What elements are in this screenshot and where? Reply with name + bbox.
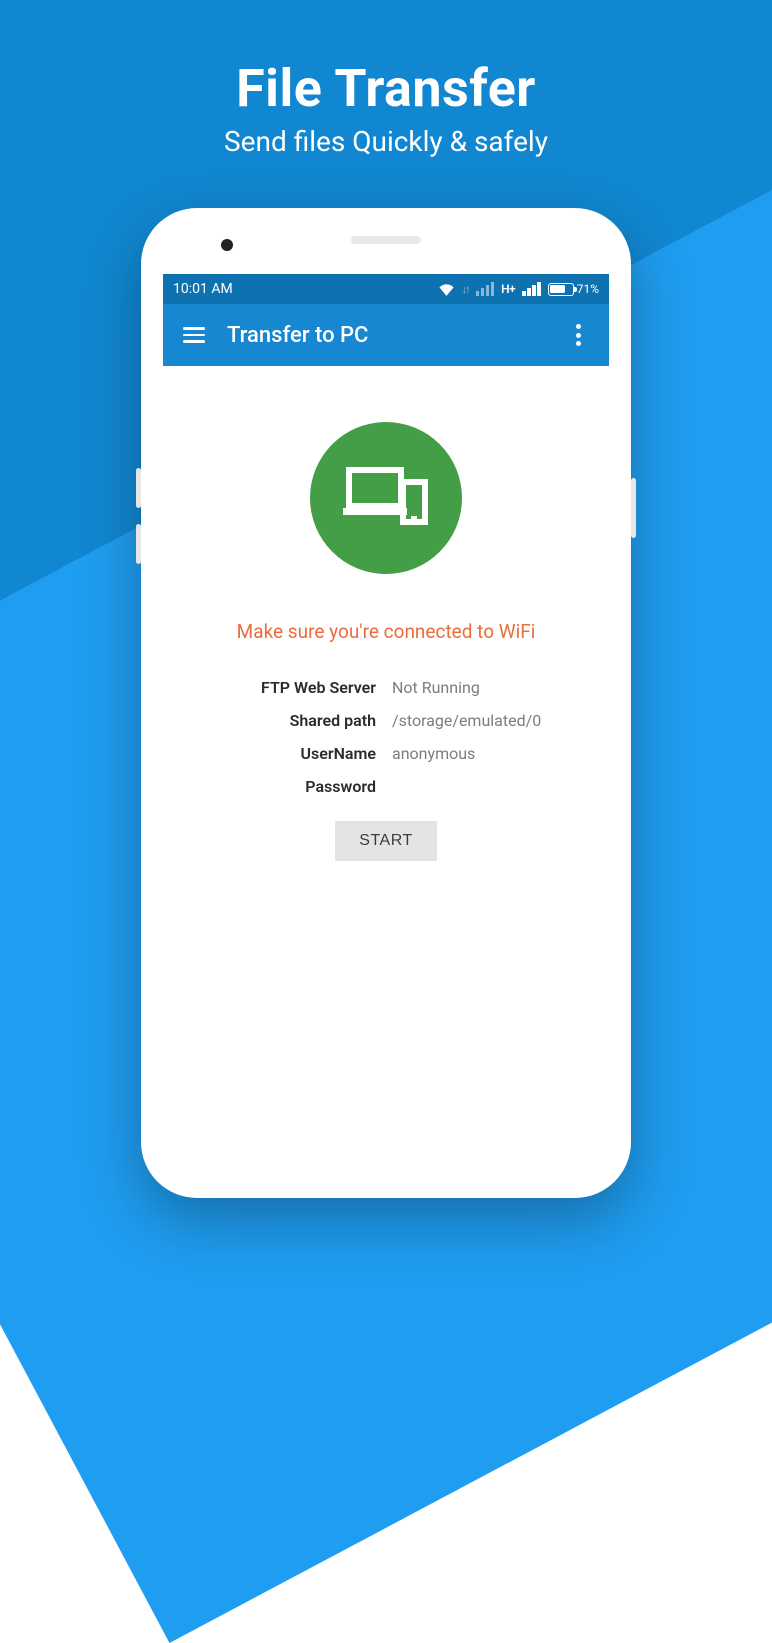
row-password: Password	[206, 770, 566, 803]
app-bar: Transfer to PC	[163, 304, 609, 366]
promo-headline: File Transfer Send files Quickly & safel…	[0, 58, 772, 158]
value-username: anonymous	[386, 744, 566, 763]
main-content: Make sure you're connected to WiFi FTP W…	[163, 366, 609, 1088]
network-type-label: H+	[501, 282, 515, 296]
row-ftp: FTP Web Server Not Running	[206, 671, 566, 704]
signal-bars-icon	[522, 282, 541, 296]
promo-stage: File Transfer Send files Quickly & safel…	[0, 0, 772, 1236]
speaker-grille-icon	[351, 236, 421, 244]
laptop-phone-icon	[343, 464, 429, 532]
wifi-warning-text: Make sure you're connected to WiFi	[163, 620, 609, 643]
data-arrows-icon: ↓↑	[462, 283, 469, 296]
label-path: Shared path	[206, 711, 386, 730]
promo-subtitle: Send files Quickly & safely	[0, 125, 772, 158]
start-button[interactable]: START	[335, 821, 436, 861]
overflow-menu-button[interactable]	[555, 312, 601, 358]
devices-badge	[310, 422, 462, 574]
wifi-icon	[438, 283, 455, 296]
signal-bars-dim-icon	[476, 282, 495, 296]
row-username: UserName anonymous	[206, 737, 566, 770]
row-path: Shared path /storage/emulated/0	[206, 704, 566, 737]
app-bar-title: Transfer to PC	[227, 323, 555, 348]
value-path: /storage/emulated/0	[386, 711, 566, 730]
menu-button[interactable]	[171, 312, 217, 358]
battery-icon	[548, 283, 574, 296]
label-ftp: FTP Web Server	[206, 678, 386, 697]
promo-title: File Transfer	[0, 58, 772, 119]
label-password: Password	[206, 777, 386, 796]
phone-frame: 10:01 AM ↓↑ H+	[141, 208, 631, 1198]
info-fields: FTP Web Server Not Running Shared path /…	[206, 671, 566, 803]
more-vert-icon	[576, 324, 581, 346]
battery-percent: 71%	[577, 282, 599, 296]
value-ftp: Not Running	[386, 678, 566, 697]
camera-dot-icon	[221, 239, 233, 251]
battery-indicator: 71%	[548, 282, 599, 296]
phone-screen: 10:01 AM ↓↑ H+	[163, 274, 609, 1088]
label-username: UserName	[206, 744, 386, 763]
status-clock: 10:01 AM	[173, 281, 233, 297]
hamburger-icon	[183, 327, 205, 343]
status-bar: 10:01 AM ↓↑ H+	[163, 274, 609, 304]
